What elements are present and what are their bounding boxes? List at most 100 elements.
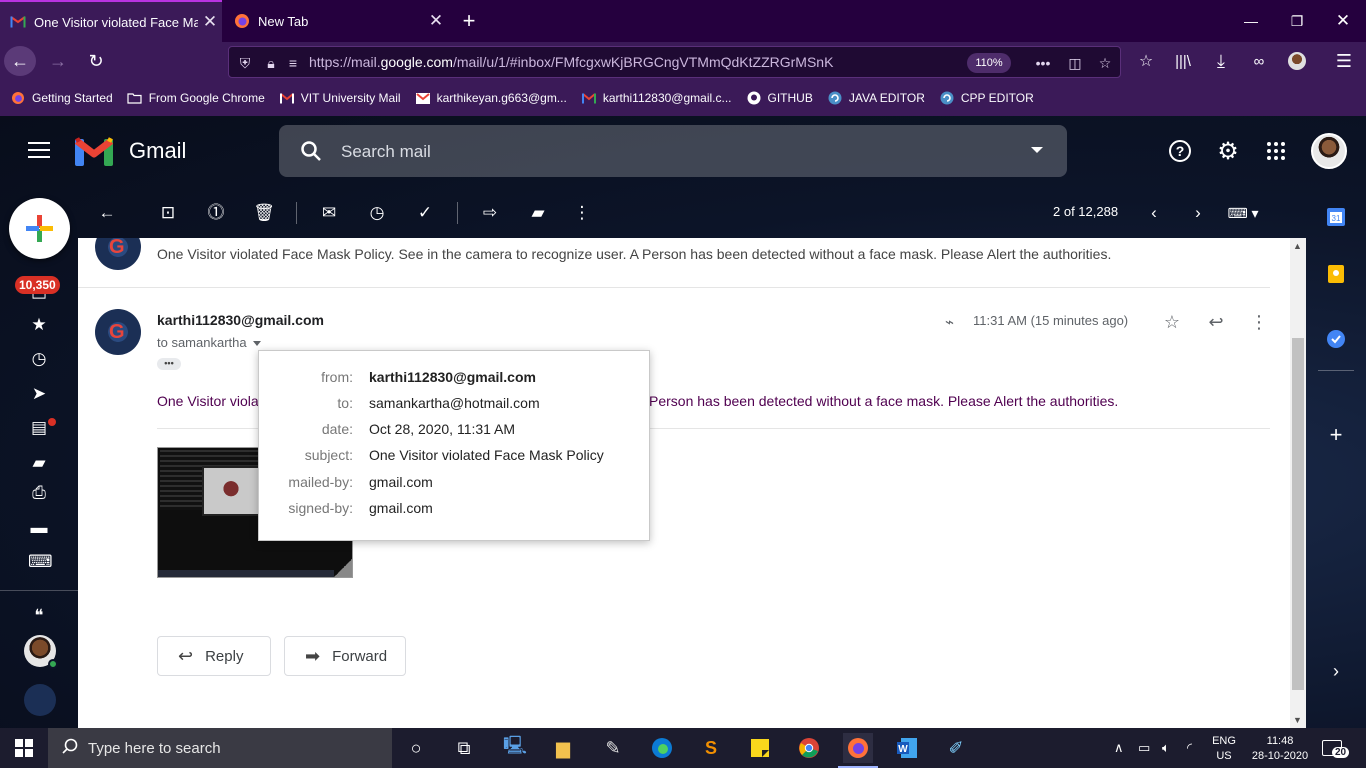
bookmark-getting-started[interactable]: Getting Started: [10, 90, 113, 106]
forward-button[interactable]: ➡ Forward: [284, 636, 406, 676]
pocket-icon[interactable]: ◫: [1065, 53, 1085, 73]
snooze-icon[interactable]: ◷: [365, 201, 389, 225]
task-view-icon[interactable]: ⧉: [449, 733, 479, 763]
meet-join-icon[interactable]: ▬: [28, 517, 50, 539]
delete-icon[interactable]: 🗑︎: [252, 201, 276, 225]
volume-icon[interactable]: 🔈︎: [1162, 728, 1170, 768]
apps-grid-icon[interactable]: [1263, 138, 1289, 164]
keyboard-icon[interactable]: ⌨: [28, 551, 53, 573]
restore-icon[interactable]: ❐: [1274, 0, 1320, 42]
bookmark-vit-mail[interactable]: VIT University Mail: [279, 90, 401, 106]
downloads-icon[interactable]: ⤓: [1205, 46, 1237, 76]
show-side-panel-chevron-icon[interactable]: ›: [1325, 660, 1347, 682]
reply-icon[interactable]: ↩: [1204, 310, 1228, 334]
bookmark-github[interactable]: GITHUB: [746, 90, 813, 106]
drafts-icon[interactable]: ▤: [28, 417, 50, 439]
shield-icon[interactable]: ⛨: [235, 53, 255, 73]
more-message-options-icon[interactable]: ⋮: [1247, 310, 1271, 334]
main-menu-icon[interactable]: [28, 142, 50, 160]
minimize-icon[interactable]: —: [1228, 0, 1274, 42]
bookmark-folder-chrome[interactable]: From Google Chrome: [127, 90, 265, 106]
taskbar-search-box[interactable]: Type here to search: [48, 728, 392, 768]
tab-gmail[interactable]: One Visitor violated Face Mask Policy ✕: [0, 0, 222, 42]
help-icon[interactable]: ?: [1167, 138, 1193, 164]
lock-icon[interactable]: 🔒︎: [261, 53, 281, 73]
taskbar-clock[interactable]: 11:48 28-10-2020: [1248, 728, 1312, 768]
back-to-inbox-icon[interactable]: ←: [95, 201, 119, 225]
library-icon[interactable]: |||\: [1167, 46, 1199, 76]
battery-icon[interactable]: ▭: [1138, 728, 1150, 768]
firefox-taskbar-icon[interactable]: [843, 733, 873, 763]
add-to-tasks-icon[interactable]: ✓: [413, 201, 437, 225]
account-avatar[interactable]: [1311, 133, 1347, 169]
paint-3d-icon[interactable]: ✐: [941, 733, 971, 763]
scroll-thumb[interactable]: [1292, 338, 1304, 690]
account-icon[interactable]: [1281, 46, 1313, 76]
keep-icon[interactable]: [1325, 263, 1347, 285]
get-addons-plus-icon[interactable]: +: [1325, 422, 1347, 447]
sublime-text-icon[interactable]: S: [696, 733, 726, 763]
compose-button[interactable]: [9, 198, 70, 259]
settings-gear-icon[interactable]: ⚙: [1215, 138, 1241, 165]
meet-new-meeting-icon[interactable]: ⎙: [28, 482, 50, 504]
edge-icon[interactable]: [647, 733, 677, 763]
hangouts-contact-avatar[interactable]: [24, 684, 56, 716]
show-details-icon[interactable]: [252, 341, 261, 347]
snoozed-clock-icon[interactable]: ◷: [28, 348, 50, 370]
label-icon[interactable]: ▰: [28, 452, 50, 474]
action-center-icon[interactable]: 20: [1322, 728, 1350, 768]
sent-icon[interactable]: ➤: [28, 383, 50, 405]
search-icon[interactable]: [299, 139, 323, 168]
file-explorer-icon[interactable]: ▆: [548, 733, 578, 763]
show-trimmed-content-button[interactable]: •••: [157, 358, 181, 370]
calendar-icon[interactable]: 31: [1325, 206, 1347, 228]
older-chevron-icon[interactable]: ›: [1186, 201, 1210, 225]
collapsed-message-snippet[interactable]: One Visitor violated Face Mask Policy. S…: [157, 246, 1111, 262]
this-pc-icon[interactable]: 🖳︎: [500, 733, 530, 763]
chrome-icon[interactable]: [794, 733, 824, 763]
hangouts-icon[interactable]: ❝: [28, 605, 50, 627]
newer-chevron-icon[interactable]: ‹: [1142, 201, 1166, 225]
bookmark-gmail-karthikeyan[interactable]: karthikeyan.g663@gm...: [415, 90, 567, 106]
paint-icon[interactable]: ✎: [598, 733, 628, 763]
tab-new-tab[interactable]: New Tab ✕: [224, 0, 448, 42]
word-icon[interactable]: W: [892, 733, 922, 763]
report-spam-icon[interactable]: ⓵: [204, 201, 228, 225]
sender-email[interactable]: karthi112830@gmail.com: [157, 312, 324, 328]
private-mask-icon[interactable]: ∞: [1243, 46, 1275, 76]
back-arrow-icon[interactable]: ←: [4, 46, 36, 76]
mark-unread-icon[interactable]: ✉: [317, 201, 341, 225]
reading-scrollbar[interactable]: ▲ ▼: [1290, 238, 1306, 728]
bookmark-star-icon[interactable]: ☆: [1095, 53, 1115, 73]
zoom-indicator[interactable]: 110%: [967, 53, 1011, 73]
starred-icon[interactable]: ★: [28, 314, 50, 336]
move-to-icon[interactable]: ⇨: [478, 201, 502, 225]
bookmarks-sidebar-icon[interactable]: ☆: [1130, 46, 1162, 76]
bookmark-cpp-editor[interactable]: CPP EDITOR: [939, 90, 1034, 106]
menu-icon[interactable]: ☰: [1328, 46, 1360, 76]
star-icon[interactable]: ☆: [1160, 310, 1184, 334]
tasks-icon[interactable]: [1325, 328, 1347, 350]
wifi-icon[interactable]: ◜: [1187, 728, 1192, 768]
bookmark-java-editor[interactable]: JAVA EDITOR: [827, 90, 925, 106]
reply-button[interactable]: ↩ Reply: [157, 636, 271, 676]
bookmark-gmail-karthi[interactable]: karthi112830@gmail.c...: [581, 90, 732, 106]
gmail-logo-icon[interactable]: [74, 137, 114, 171]
show-hidden-icons-chevron[interactable]: ∧: [1114, 728, 1124, 768]
close-tab-icon[interactable]: ✕: [424, 11, 448, 31]
recipient-line[interactable]: to samankartha: [157, 335, 261, 350]
sender-avatar[interactable]: G: [95, 309, 141, 355]
search-options-icon[interactable]: [1031, 147, 1043, 153]
labels-icon[interactable]: ▰: [526, 201, 550, 225]
gmail-wordmark[interactable]: Gmail: [129, 138, 186, 164]
reload-icon[interactable]: ↻: [80, 46, 112, 76]
more-actions-icon[interactable]: •••: [1033, 53, 1053, 73]
sender-avatar[interactable]: G: [95, 238, 141, 270]
close-window-icon[interactable]: ✕: [1320, 0, 1366, 42]
address-bar[interactable]: ⛨ 🔒︎ ≡ https://mail.google.com/mail/u/1/…: [228, 46, 1121, 78]
archive-icon[interactable]: ⊡: [156, 201, 180, 225]
more-options-icon[interactable]: ⋮: [570, 201, 594, 225]
cortana-icon[interactable]: ○: [401, 733, 431, 763]
permissions-icon[interactable]: ≡: [283, 53, 303, 73]
forward-arrow-icon[interactable]: →: [42, 46, 74, 76]
